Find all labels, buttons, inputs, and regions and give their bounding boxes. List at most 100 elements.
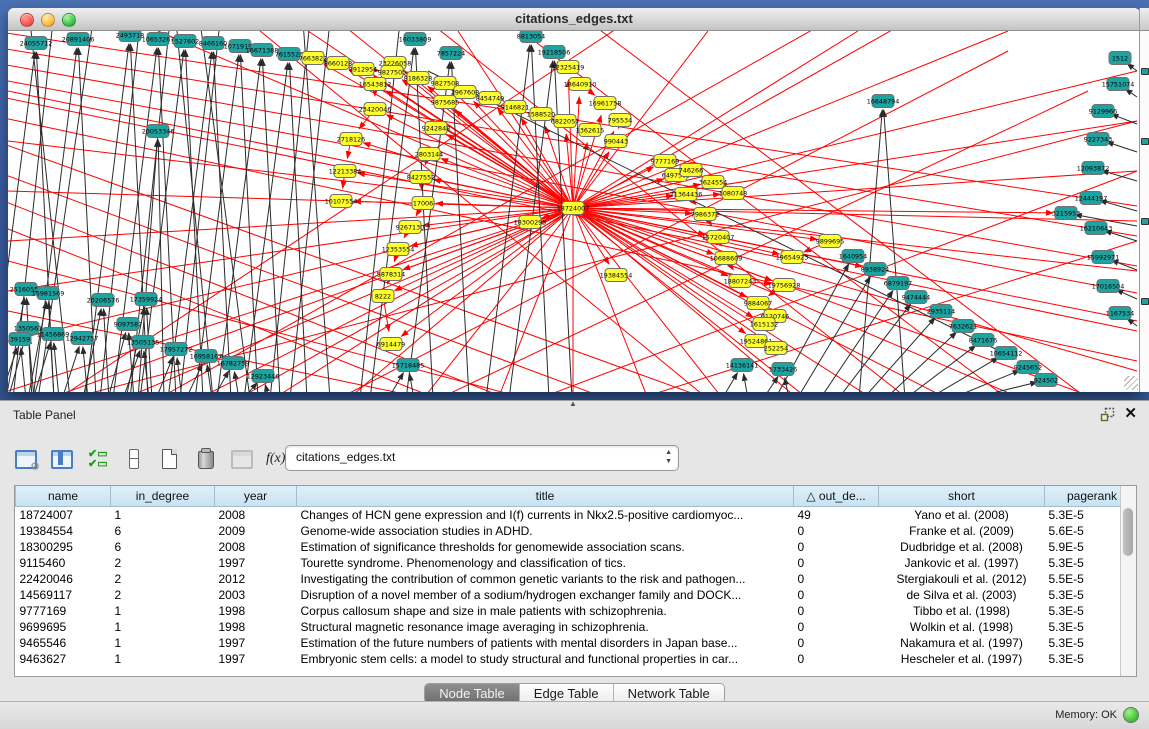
citation-edge-red[interactable] — [403, 208, 573, 270]
table-row[interactable]: 946554611997Estimation of the future num… — [16, 635, 1138, 651]
graph-node[interactable]: 9899695 — [816, 235, 844, 248]
column-header-short[interactable]: short — [879, 486, 1045, 507]
table-cell[interactable]: 0 — [794, 571, 879, 587]
graph-node[interactable]: 9875685 — [431, 96, 459, 109]
network-canvas[interactable]: 2405571220891406249371810653267152760284… — [8, 31, 1140, 392]
graph-node[interactable]: 8912954 — [349, 63, 377, 76]
table-cell[interactable]: Changes of HCN gene expression and I(f) … — [297, 507, 794, 524]
graph-node[interactable]: 746266 — [679, 164, 703, 177]
graph-node[interactable]: 7632621 — [949, 320, 977, 333]
graph-node[interactable]: 2718126 — [337, 133, 365, 146]
citation-edge-red[interactable] — [48, 208, 573, 392]
citation-edge-black[interactable] — [451, 62, 469, 392]
table-cell[interactable]: 9115460 — [16, 555, 111, 571]
table-cell[interactable]: 1998 — [215, 619, 297, 635]
graph-node[interactable]: 1733426 — [769, 363, 797, 376]
table-cell[interactable]: 22420046 — [16, 571, 111, 587]
table-cell[interactable]: 9465546 — [16, 635, 111, 651]
table-cell[interactable]: 0 — [794, 539, 879, 555]
table-cell[interactable]: 2 — [111, 555, 215, 571]
table-row[interactable]: 946362711997Embryonic stem cells: a mode… — [16, 651, 1138, 667]
graph-node[interactable]: 24055712 — [20, 37, 53, 50]
citation-edge-red[interactable] — [573, 171, 1137, 208]
graph-node[interactable]: 39159 — [9, 333, 31, 346]
table-cell[interactable]: 1997 — [215, 635, 297, 651]
citation-edge-black[interactable] — [168, 52, 212, 392]
graph-node[interactable]: 8471676 — [969, 334, 997, 347]
citation-edge-black[interactable] — [54, 343, 59, 392]
vertical-scrollbar[interactable] — [1120, 486, 1136, 676]
delete-column-icon[interactable] — [194, 447, 218, 471]
graph-node[interactable]: 17016504 — [1092, 280, 1125, 293]
graph-node[interactable]: 1362615 — [576, 124, 604, 137]
citation-edge-black[interactable] — [33, 343, 50, 392]
graph-node[interactable]: 990443 — [604, 135, 628, 148]
column-header-in_degree[interactable]: in_degree — [111, 486, 215, 507]
window-resize-grip[interactable] — [1124, 376, 1138, 390]
table-cell[interactable]: 0 — [794, 651, 879, 667]
network-window-titlebar[interactable]: citations_edges.txt — [8, 8, 1140, 31]
citation-edge-red[interactable] — [8, 208, 573, 241]
graph-node[interactable]: 7986372 — [691, 208, 719, 221]
graph-node[interactable]: 19218506 — [538, 46, 571, 59]
table-cell[interactable]: Corpus callosum shape and size in male p… — [297, 603, 794, 619]
citation-edge-black[interactable] — [290, 31, 330, 392]
table-row[interactable]: 969969511998Structural magnetic resonanc… — [16, 619, 1138, 635]
citation-edge-red[interactable] — [447, 135, 573, 208]
citation-edge-red[interactable] — [573, 31, 708, 208]
table-cell[interactable]: 1 — [111, 603, 215, 619]
graph-node[interactable]: 9129966 — [1089, 105, 1117, 118]
table-row[interactable]: 1938455462009Genome-wide association stu… — [16, 523, 1138, 539]
graph-node[interactable]: 6914479 — [377, 338, 405, 351]
table-cell[interactable]: 9699695 — [16, 619, 111, 635]
select-columns-icon[interactable]: ✔▭✔▭ — [86, 447, 110, 471]
graph-node[interactable]: 8427552 — [407, 171, 435, 184]
graph-node[interactable]: 10653267 — [142, 33, 175, 46]
graph-node[interactable]: 18300295 — [514, 216, 547, 229]
scrollbar-thumb[interactable] — [1123, 508, 1133, 556]
citation-edge-black[interactable] — [722, 373, 737, 392]
graph-node[interactable]: 3215953 — [1052, 207, 1080, 220]
table-cell[interactable]: 1997 — [215, 555, 297, 571]
table-cell[interactable]: Yano et al. (2008) — [879, 507, 1045, 524]
table-select[interactable]: citations_edges.txt ▲▼ — [285, 445, 679, 471]
graph-node[interactable]: 12444197 — [1075, 192, 1108, 205]
graph-node[interactable]: 18807243 — [724, 275, 757, 288]
table-cell[interactable]: Dudbridge et al. (2008) — [879, 539, 1045, 555]
graph-node[interactable]: 9777169 — [651, 155, 679, 168]
graph-node[interactable]: 16033809 — [399, 33, 432, 46]
graph-node[interactable]: 9227343 — [1084, 133, 1112, 146]
citation-edge-red[interactable] — [8, 208, 573, 291]
table-cell[interactable]: 1 — [111, 619, 215, 635]
table-mode-icon[interactable]: ⚙ — [14, 447, 38, 471]
table-cell[interactable]: Tourette syndrome. Phenomenology and cla… — [297, 555, 794, 571]
table-cell[interactable]: 1997 — [215, 651, 297, 667]
table-cell[interactable]: 2012 — [215, 571, 297, 587]
table-cell[interactable]: Genome-wide association studies in ADHD. — [297, 523, 794, 539]
table-cell[interactable]: 6 — [111, 539, 215, 555]
graph-node[interactable]: 17359924 — [130, 293, 163, 306]
table-cell[interactable]: 2 — [111, 587, 215, 603]
graph-node[interactable]: 8813054 — [517, 31, 545, 43]
citation-edge-black[interactable] — [213, 371, 229, 392]
graph-node[interactable]: 9827505 — [378, 66, 406, 79]
citation-edge-black[interactable] — [144, 351, 149, 392]
graph-node[interactable]: 1640954 — [839, 250, 867, 263]
table-cell[interactable]: Disruption of a novel member of a sodium… — [297, 587, 794, 603]
column-header-title[interactable]: title — [297, 486, 794, 507]
graph-node[interactable]: 2803144 — [415, 148, 443, 161]
graph-node[interactable]: 16648794 — [867, 95, 900, 108]
graph-node[interactable]: 1615132 — [750, 318, 778, 331]
graph-node[interactable]: 9146821 — [501, 101, 529, 114]
graph-node[interactable]: 15718485 — [392, 359, 425, 372]
graph-node[interactable]: 9267130 — [396, 221, 424, 234]
table-cell[interactable]: 0 — [794, 587, 879, 603]
graph-node[interactable]: 17006 — [412, 197, 434, 210]
table-cell[interactable]: 18724007 — [16, 507, 111, 524]
citation-edge-black[interactable] — [863, 318, 935, 392]
graph-node[interactable]: 252254 — [764, 342, 788, 355]
graph-node[interactable]: 20053346 — [142, 125, 175, 138]
table-cell[interactable]: 2008 — [215, 507, 297, 524]
table-cell[interactable]: 1 — [111, 651, 215, 667]
citation-edge-black[interactable] — [158, 140, 164, 392]
